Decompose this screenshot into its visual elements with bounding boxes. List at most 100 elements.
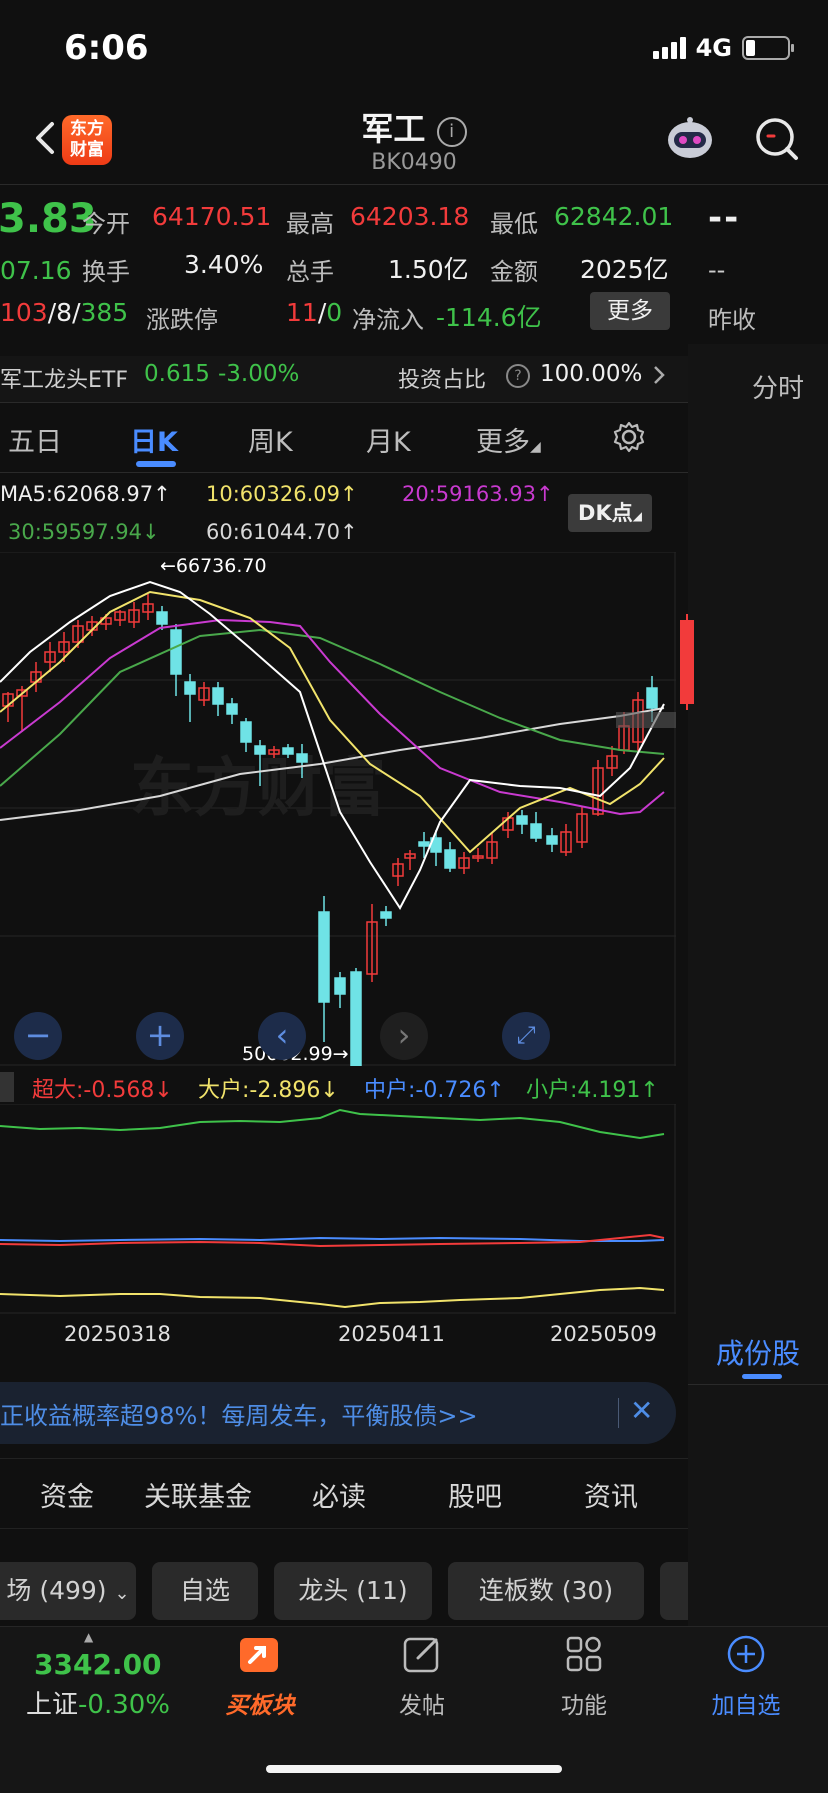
tab-weekly-k[interactable]: 周K [248, 420, 293, 459]
breadth-counts: 103/8/385 [0, 298, 129, 327]
candle-body [516, 815, 528, 825]
nav-post[interactable]: 发帖 [362, 1632, 482, 1720]
index-expand-icon[interactable]: ▲ [84, 1630, 93, 1644]
chip-market-label: 场 (499) [6, 1576, 107, 1605]
ma5-value: MA5:62068.97 [0, 482, 154, 506]
banner-divider [618, 1398, 619, 1428]
low-label: 最低 [490, 210, 538, 238]
candle-body [350, 971, 362, 1066]
prev-close-label: 昨收 [708, 306, 756, 334]
capital-flow-chart[interactable] [0, 1104, 676, 1314]
ma60-label: 60:61044.70↑ [206, 520, 358, 544]
tab-components[interactable]: 成份股 [716, 1332, 800, 1372]
candle-body [646, 687, 658, 709]
battery-icon [742, 36, 794, 60]
high-value: 64203.18 [350, 202, 470, 231]
chip-overflow[interactable] [660, 1562, 688, 1620]
index-value[interactable]: 3342.00 [34, 1648, 162, 1681]
amount-label: 金额 [490, 258, 538, 286]
flow-small-line [0, 1108, 665, 1140]
nav-functions-label: 功能 [561, 1693, 607, 1719]
candle-body [334, 977, 346, 995]
flow-selector[interactable] [0, 1072, 14, 1102]
candlestick-chart[interactable]: 东方财富 ←66736.70 50662.99→ [0, 552, 676, 1066]
assistant-robot-icon[interactable] [664, 112, 716, 164]
tab-intraday[interactable]: 分时 [752, 368, 804, 405]
zoom-in-button[interactable]: + [136, 1012, 184, 1060]
tab-capital[interactable]: 资金 [40, 1475, 94, 1514]
zoom-out-button[interactable]: − [14, 1012, 62, 1060]
chip-market[interactable]: 场 (499) ⌄ [0, 1562, 136, 1620]
high-label: 最高 [286, 210, 334, 238]
ma20-value: 20:59163.93 [402, 482, 536, 506]
date-label-2: 20250411 [338, 1322, 445, 1346]
netflow-label: 净流入 [352, 306, 424, 334]
right-divider [688, 1384, 828, 1385]
netflow-value: -114.6亿 [436, 303, 542, 332]
nav-buy-board-label: 买板块 [225, 1693, 295, 1719]
tabs-top-divider [0, 1458, 688, 1459]
scroll-left-button[interactable]: ‹ [258, 1012, 306, 1060]
flow-mid: 中户:-0.726↑ [364, 1078, 505, 1103]
chip-streak[interactable]: 连板数 (30) [448, 1562, 644, 1620]
price-change: 07.16 [0, 256, 72, 285]
components-underline [742, 1374, 782, 1379]
candle-body [282, 747, 294, 755]
tab-active-underline [136, 461, 176, 467]
tab-monthly-k[interactable]: 月K [366, 420, 411, 459]
tabs-divider [0, 472, 688, 473]
home-indicator [266, 1765, 562, 1773]
chevron-down-icon: ⌄ [114, 1583, 130, 1604]
add-circle-icon [727, 1635, 765, 1673]
nav-add-watchlist-label: 加自选 [711, 1693, 781, 1719]
status-time: 6:06 [64, 28, 149, 68]
tab-forum[interactable]: 股吧 [448, 1475, 502, 1514]
limit-counts: 11/0 [286, 298, 343, 327]
ma5-label: MA5:62068.97↑ [0, 482, 171, 506]
dk-point-button[interactable]: DK点◢ [568, 494, 652, 532]
candle-body [156, 611, 168, 625]
turnover-value: 3.40% [184, 250, 264, 279]
scroll-right-button[interactable]: › [380, 1012, 428, 1060]
more-button[interactable]: 更多 [590, 292, 670, 330]
tabs-bottom-divider [0, 1528, 688, 1529]
candle-body [380, 911, 392, 919]
index-line[interactable]: 上证-0.30% [26, 1684, 170, 1721]
nav-buy-board[interactable]: 买板块 [200, 1632, 320, 1720]
promo-banner-text[interactable]: 正收益概率超98%！每周发车，平衡股债>> [0, 1396, 478, 1431]
help-icon[interactable]: ? [506, 364, 530, 388]
ma-line [0, 580, 665, 910]
info-icon[interactable]: i [436, 117, 467, 147]
ma20-label: 20:59163.93↑ [402, 482, 554, 506]
tab-five-day[interactable]: 五日 [8, 420, 62, 459]
right-price-placeholder: -- [708, 198, 741, 238]
watermark: 东方财富 [130, 752, 386, 824]
turnover-label: 换手 [82, 258, 130, 286]
nav-add-watchlist[interactable]: 加自选 [686, 1632, 806, 1720]
tab-more[interactable]: 更多◢ [476, 420, 541, 459]
today-candle-wick [686, 614, 688, 710]
chip-watchlist[interactable]: 自选 [152, 1562, 258, 1620]
flat-count: 8 [56, 298, 73, 327]
etf-name: 军工龙头ETF [0, 368, 128, 393]
candle-body [226, 703, 238, 715]
candle-body [318, 911, 330, 1003]
tab-related-funds[interactable]: 关联基金 [144, 1475, 252, 1514]
tab-daily-k[interactable]: 日K [130, 420, 178, 459]
nav-functions[interactable]: 功能 [524, 1632, 644, 1720]
fullscreen-icon[interactable]: ⤢ [502, 1012, 550, 1060]
high-mark-label: ←66736.70 [160, 555, 267, 577]
tab-must-read[interactable]: 必读 [312, 1475, 366, 1514]
board-name: 军工 [361, 110, 426, 148]
ma10-label: 10:60326.09↑ [206, 482, 358, 506]
volume-value: 1.50亿 [388, 255, 469, 284]
header-divider [0, 184, 828, 185]
settings-gear-icon[interactable] [612, 420, 646, 454]
chevron-right-icon[interactable] [652, 364, 666, 386]
up-count: 103 [0, 298, 48, 327]
network-type: 4G [695, 34, 732, 62]
chip-leaders[interactable]: 龙头 (11) [274, 1562, 432, 1620]
tab-news[interactable]: 资讯 [584, 1475, 638, 1514]
search-icon[interactable] [754, 116, 800, 162]
close-icon[interactable]: ✕ [630, 1394, 653, 1427]
